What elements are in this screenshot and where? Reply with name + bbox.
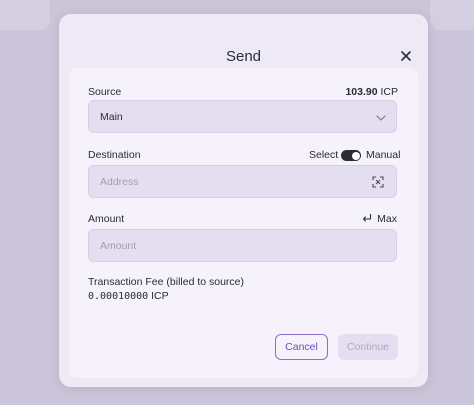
address-placeholder: Address: [100, 176, 139, 188]
amount-label: Amount: [88, 213, 125, 225]
fee-amount: 0.00010000: [88, 291, 149, 302]
transaction-fee-label: Transaction Fee (billed to source): [88, 276, 245, 288]
modal-title: Send: [225, 48, 262, 65]
destination-toggle-select-label: Select: [309, 149, 339, 161]
source-select[interactable]: Main: [88, 100, 397, 133]
source-selected-value: Main: [100, 111, 123, 123]
continue-button[interactable]: Continue: [338, 334, 398, 360]
address-input[interactable]: Address: [88, 165, 397, 198]
return-arrow-icon: [363, 213, 372, 222]
source-balance-value: 103.90: [345, 86, 378, 98]
close-icon: [401, 51, 411, 61]
send-form: Source 103.90 ICP Main Destination Selec…: [69, 68, 418, 378]
chevron-down-icon: [376, 115, 386, 121]
background-card-left: [0, 0, 50, 30]
source-balance: 103.90 ICP: [345, 86, 398, 98]
max-button[interactable]: Max: [362, 213, 397, 225]
transaction-fee-value: 0.00010000 ICP: [88, 290, 169, 302]
fee-unit: ICP: [151, 290, 169, 302]
destination-toggle-manual-label: Manual: [366, 149, 401, 161]
amount-input[interactable]: Amount: [88, 229, 397, 262]
source-label: Source: [88, 86, 122, 98]
qr-scan-icon[interactable]: [372, 176, 384, 188]
destination-mode-toggle[interactable]: [341, 150, 361, 161]
cancel-button[interactable]: Cancel: [275, 334, 328, 360]
close-button[interactable]: [400, 49, 412, 61]
source-balance-unit: ICP: [380, 86, 398, 98]
max-label: Max: [377, 213, 397, 225]
send-modal: Send Source 103.90 ICP Main Destination …: [59, 14, 428, 387]
toggle-knob: [351, 151, 360, 160]
background-card-right: [430, 0, 474, 30]
destination-label: Destination: [88, 149, 141, 161]
amount-placeholder: Amount: [100, 240, 137, 252]
